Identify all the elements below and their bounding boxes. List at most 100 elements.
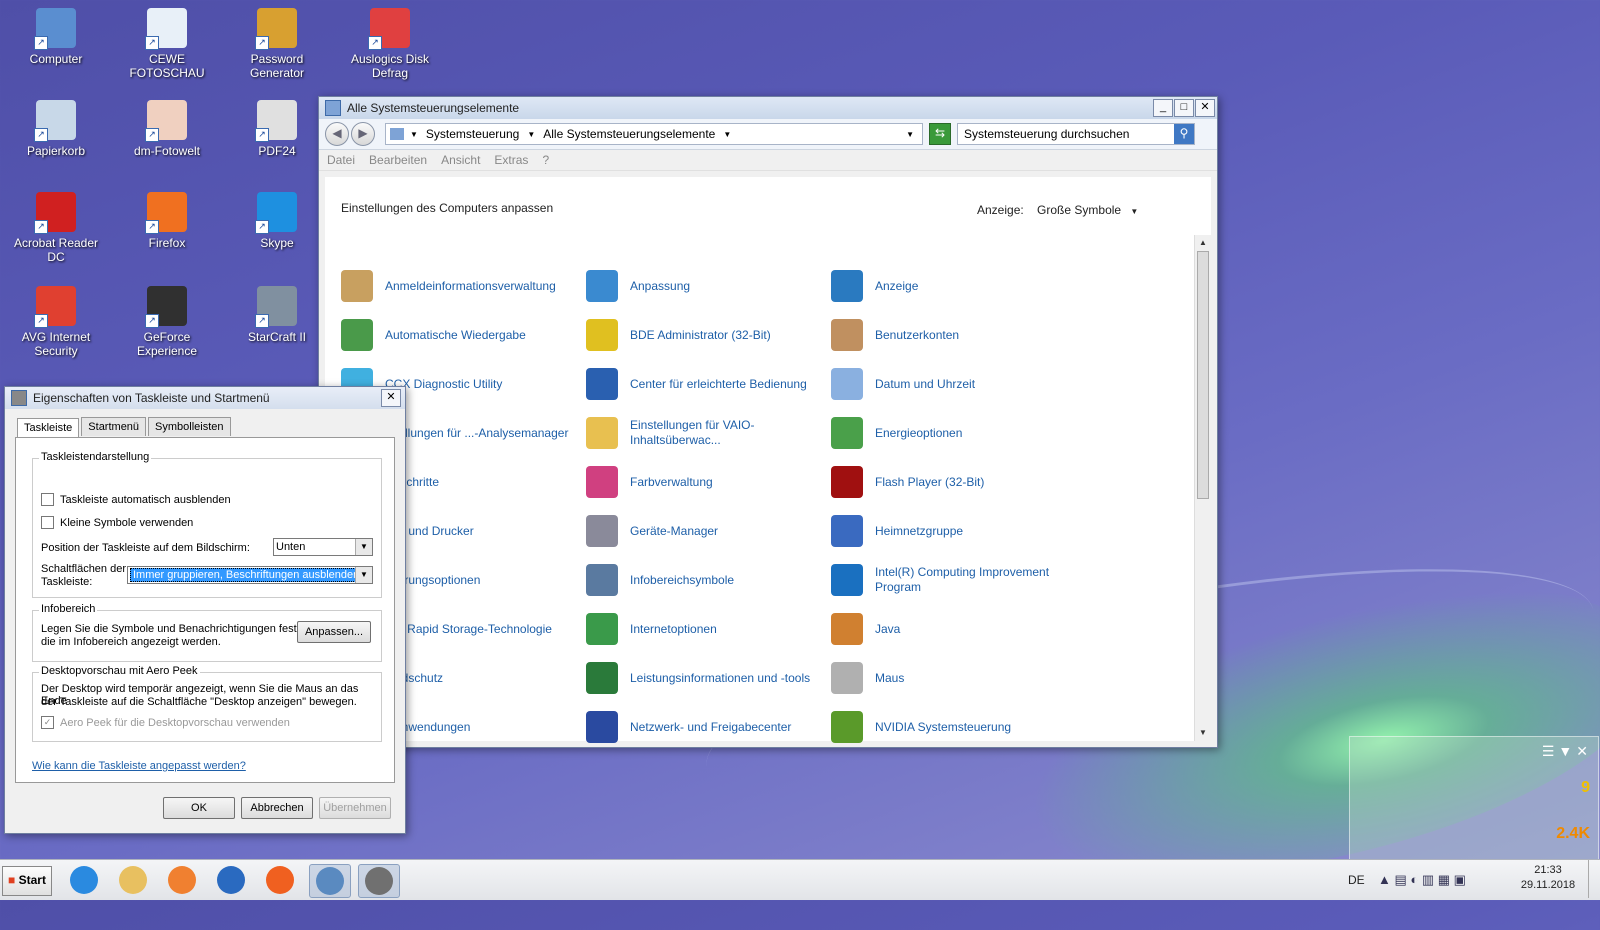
scroll-up-icon[interactable]: ▲ <box>1195 235 1211 251</box>
language-indicator[interactable]: DE <box>1348 860 1365 900</box>
desktop-icon[interactable]: ↗ Papierkorb <box>4 100 108 158</box>
chevron-down-icon[interactable]: ▼ <box>355 567 372 583</box>
tab-startmenu[interactable]: Startmenü <box>81 417 147 436</box>
taskbar-app-button[interactable] <box>260 864 300 896</box>
buttons-select[interactable]: Immer gruppieren, Beschriftungen ausblen… <box>127 566 373 584</box>
desktop-icon[interactable]: ↗ Firefox <box>115 192 219 250</box>
checkbox-box[interactable] <box>41 493 54 506</box>
show-desktop-button[interactable] <box>1588 860 1599 898</box>
back-button[interactable]: ◀ <box>325 122 349 146</box>
control-panel-item[interactable]: Automatische Wiedergabe <box>341 318 586 352</box>
desktop-icon[interactable]: ↗ StarCraft II <box>225 286 329 344</box>
desktop-icon[interactable]: ↗ Computer <box>4 8 108 66</box>
control-panel-item[interactable]: Maus <box>831 661 1076 695</box>
tab-symbolleisten[interactable]: Symbolleisten <box>148 417 231 436</box>
control-panel-item[interactable]: Java <box>831 612 1076 646</box>
chevron-down-icon[interactable]: ▼ <box>355 539 372 555</box>
tray-icons[interactable]: ▲ ▤ ◐ ▥ ▦ ▣ <box>1378 860 1466 900</box>
address-history-icon[interactable]: ▼ <box>906 130 914 139</box>
close-button[interactable]: ✕ <box>381 389 401 407</box>
breadcrumb-item[interactable]: Alle Systemsteuerungselemente <box>543 127 715 141</box>
dialog-titlebar[interactable]: Eigenschaften von Taskleiste und Startme… <box>5 387 405 409</box>
control-panel-item[interactable]: Heimnetzgruppe <box>831 514 1076 548</box>
taskbar-app-button[interactable] <box>64 864 104 896</box>
control-panel-item[interactable]: Einstellungen für VAIO-Inhaltsüberwac... <box>586 416 831 450</box>
menu-extras[interactable]: Extras <box>494 153 528 167</box>
control-panel-window[interactable]: Alle Systemsteuerungselemente _ □ ✕ ◀ ▶ … <box>318 96 1218 748</box>
refresh-button[interactable]: ⇆ <box>929 123 951 145</box>
desktop-icon[interactable]: ↗ PDF24 <box>225 100 329 158</box>
scroll-down-icon[interactable]: ▼ <box>1195 725 1211 741</box>
taskbar-app-button[interactable] <box>211 864 251 896</box>
breadcrumb-item[interactable]: Systemsteuerung <box>426 127 519 141</box>
control-panel-item[interactable]: Flash Player (32-Bit) <box>831 465 1076 499</box>
view-selector[interactable]: Anzeige: Große Symbole ▼ <box>977 203 1138 217</box>
maximize-button[interactable]: □ <box>1174 99 1194 117</box>
view-value[interactable]: Große Symbole <box>1037 203 1121 217</box>
search-icon[interactable]: ⚲ <box>1174 124 1194 144</box>
control-panel-item[interactable]: Center für erleichterte Bedienung <box>586 367 831 401</box>
position-select[interactable]: Unten ▼ <box>273 538 373 556</box>
scroll-thumb[interactable] <box>1197 251 1209 499</box>
chevron-down-icon[interactable]: ▼ <box>1130 207 1138 216</box>
desktop-icon[interactable]: ↗ GeForce Experience <box>115 286 219 358</box>
taskbar-app-button[interactable] <box>162 864 202 896</box>
close-button[interactable]: ✕ <box>1195 99 1215 117</box>
chevron-down-icon[interactable]: ▼ <box>527 130 535 139</box>
group-aero-peek: Desktopvorschau mit Aero Peek Der Deskto… <box>32 665 382 742</box>
control-panel-item[interactable]: Anzeige <box>831 269 1076 303</box>
control-panel-item[interactable]: Leistungsinformationen und -tools <box>586 661 831 695</box>
forward-button[interactable]: ▶ <box>351 122 375 146</box>
control-panel-item[interactable]: Anpassung <box>586 269 831 303</box>
control-panel-item[interactable]: BDE Administrator (32-Bit) <box>586 318 831 352</box>
small-icons-checkbox[interactable]: Kleine Symbole verwenden <box>41 516 193 529</box>
control-panel-item-label: Leistungsinformationen und -tools <box>630 670 811 685</box>
desktop-icon[interactable]: ↗ AVG Internet Security <box>4 286 108 358</box>
menu-datei[interactable]: Datei <box>327 153 355 167</box>
chevron-down-icon[interactable]: ▼ <box>410 130 418 139</box>
cancel-button[interactable]: Abbrechen <box>241 797 313 819</box>
taskbar-app-button[interactable] <box>309 864 351 898</box>
tab-taskleiste[interactable]: Taskleiste <box>17 418 80 437</box>
menu-help[interactable]: ? <box>542 153 549 167</box>
desktop-icon[interactable]: ↗ Password Generator <box>225 8 329 80</box>
control-panel-item[interactable]: Benutzerkonten <box>831 318 1076 352</box>
control-panel-item[interactable]: Intel(R) Computing Improvement Program <box>831 563 1076 597</box>
desktop-icon[interactable]: ↗ dm-Fotowelt <box>115 100 219 158</box>
menu-ansicht[interactable]: Ansicht <box>441 153 480 167</box>
start-button[interactable]: ■ Start <box>2 866 52 896</box>
checkbox-box[interactable] <box>41 516 54 529</box>
desktop-icon[interactable]: ↗ CEWE FOTOSCHAU <box>115 8 219 80</box>
meter-gadget[interactable]: ☰▼✕ 9 2.4K <box>1349 736 1599 862</box>
clock[interactable]: 21:33 29.11.2018 <box>1518 864 1578 904</box>
control-panel-item[interactable]: Infobereichsymbole <box>586 563 831 597</box>
minimize-button[interactable]: _ <box>1153 99 1173 117</box>
control-panel-item[interactable]: Internetoptionen <box>586 612 831 646</box>
desktop-icon[interactable]: ↗ Auslogics Disk Defrag <box>338 8 442 80</box>
search-input[interactable]: Systemsteuerung durchsuchen ⚲ <box>957 123 1195 145</box>
menu-bearbeiten[interactable]: Bearbeiten <box>369 153 427 167</box>
ok-button[interactable]: OK <box>163 797 235 819</box>
control-panel-item[interactable]: Netzwerk- und Freigabecenter <box>586 710 831 744</box>
control-panel-titlebar[interactable]: Alle Systemsteuerungselemente _ □ ✕ <box>319 97 1217 119</box>
control-panel-item[interactable]: NVIDIA Systemsteuerung <box>831 710 1076 744</box>
desktop-icon[interactable]: ↗ Acrobat Reader DC <box>4 192 108 264</box>
group-title: Infobereich <box>39 603 98 615</box>
taskbar-app-button[interactable] <box>113 864 153 896</box>
vertical-scrollbar[interactable]: ▲ ▼ <box>1194 235 1211 741</box>
taskbar-app-button[interactable] <box>358 864 400 898</box>
customize-button[interactable]: Anpassen... <box>297 621 371 643</box>
gadget-controls[interactable]: ☰▼✕ <box>1542 743 1592 760</box>
nvidia-icon <box>831 711 863 743</box>
desktop-icon[interactable]: ↗ Skype <box>225 192 329 250</box>
control-panel-item[interactable]: Geräte-Manager <box>586 514 831 548</box>
autohide-checkbox[interactable]: Taskleiste automatisch ausblenden <box>41 493 231 506</box>
chevron-down-icon[interactable]: ▼ <box>723 130 731 139</box>
control-panel-item[interactable]: Farbverwaltung <box>586 465 831 499</box>
taskbar-properties-dialog[interactable]: Eigenschaften von Taskleiste und Startme… <box>4 386 406 834</box>
control-panel-item[interactable]: Datum und Uhrzeit <box>831 367 1076 401</box>
control-panel-item[interactable]: Energieoptionen <box>831 416 1076 450</box>
help-link[interactable]: Wie kann die Taskleiste angepasst werden… <box>32 760 246 772</box>
address-field[interactable]: ▼ Systemsteuerung ▼ Alle Systemsteuerung… <box>385 123 923 145</box>
control-panel-item[interactable]: Anmeldeinformationsverwaltung <box>341 269 586 303</box>
